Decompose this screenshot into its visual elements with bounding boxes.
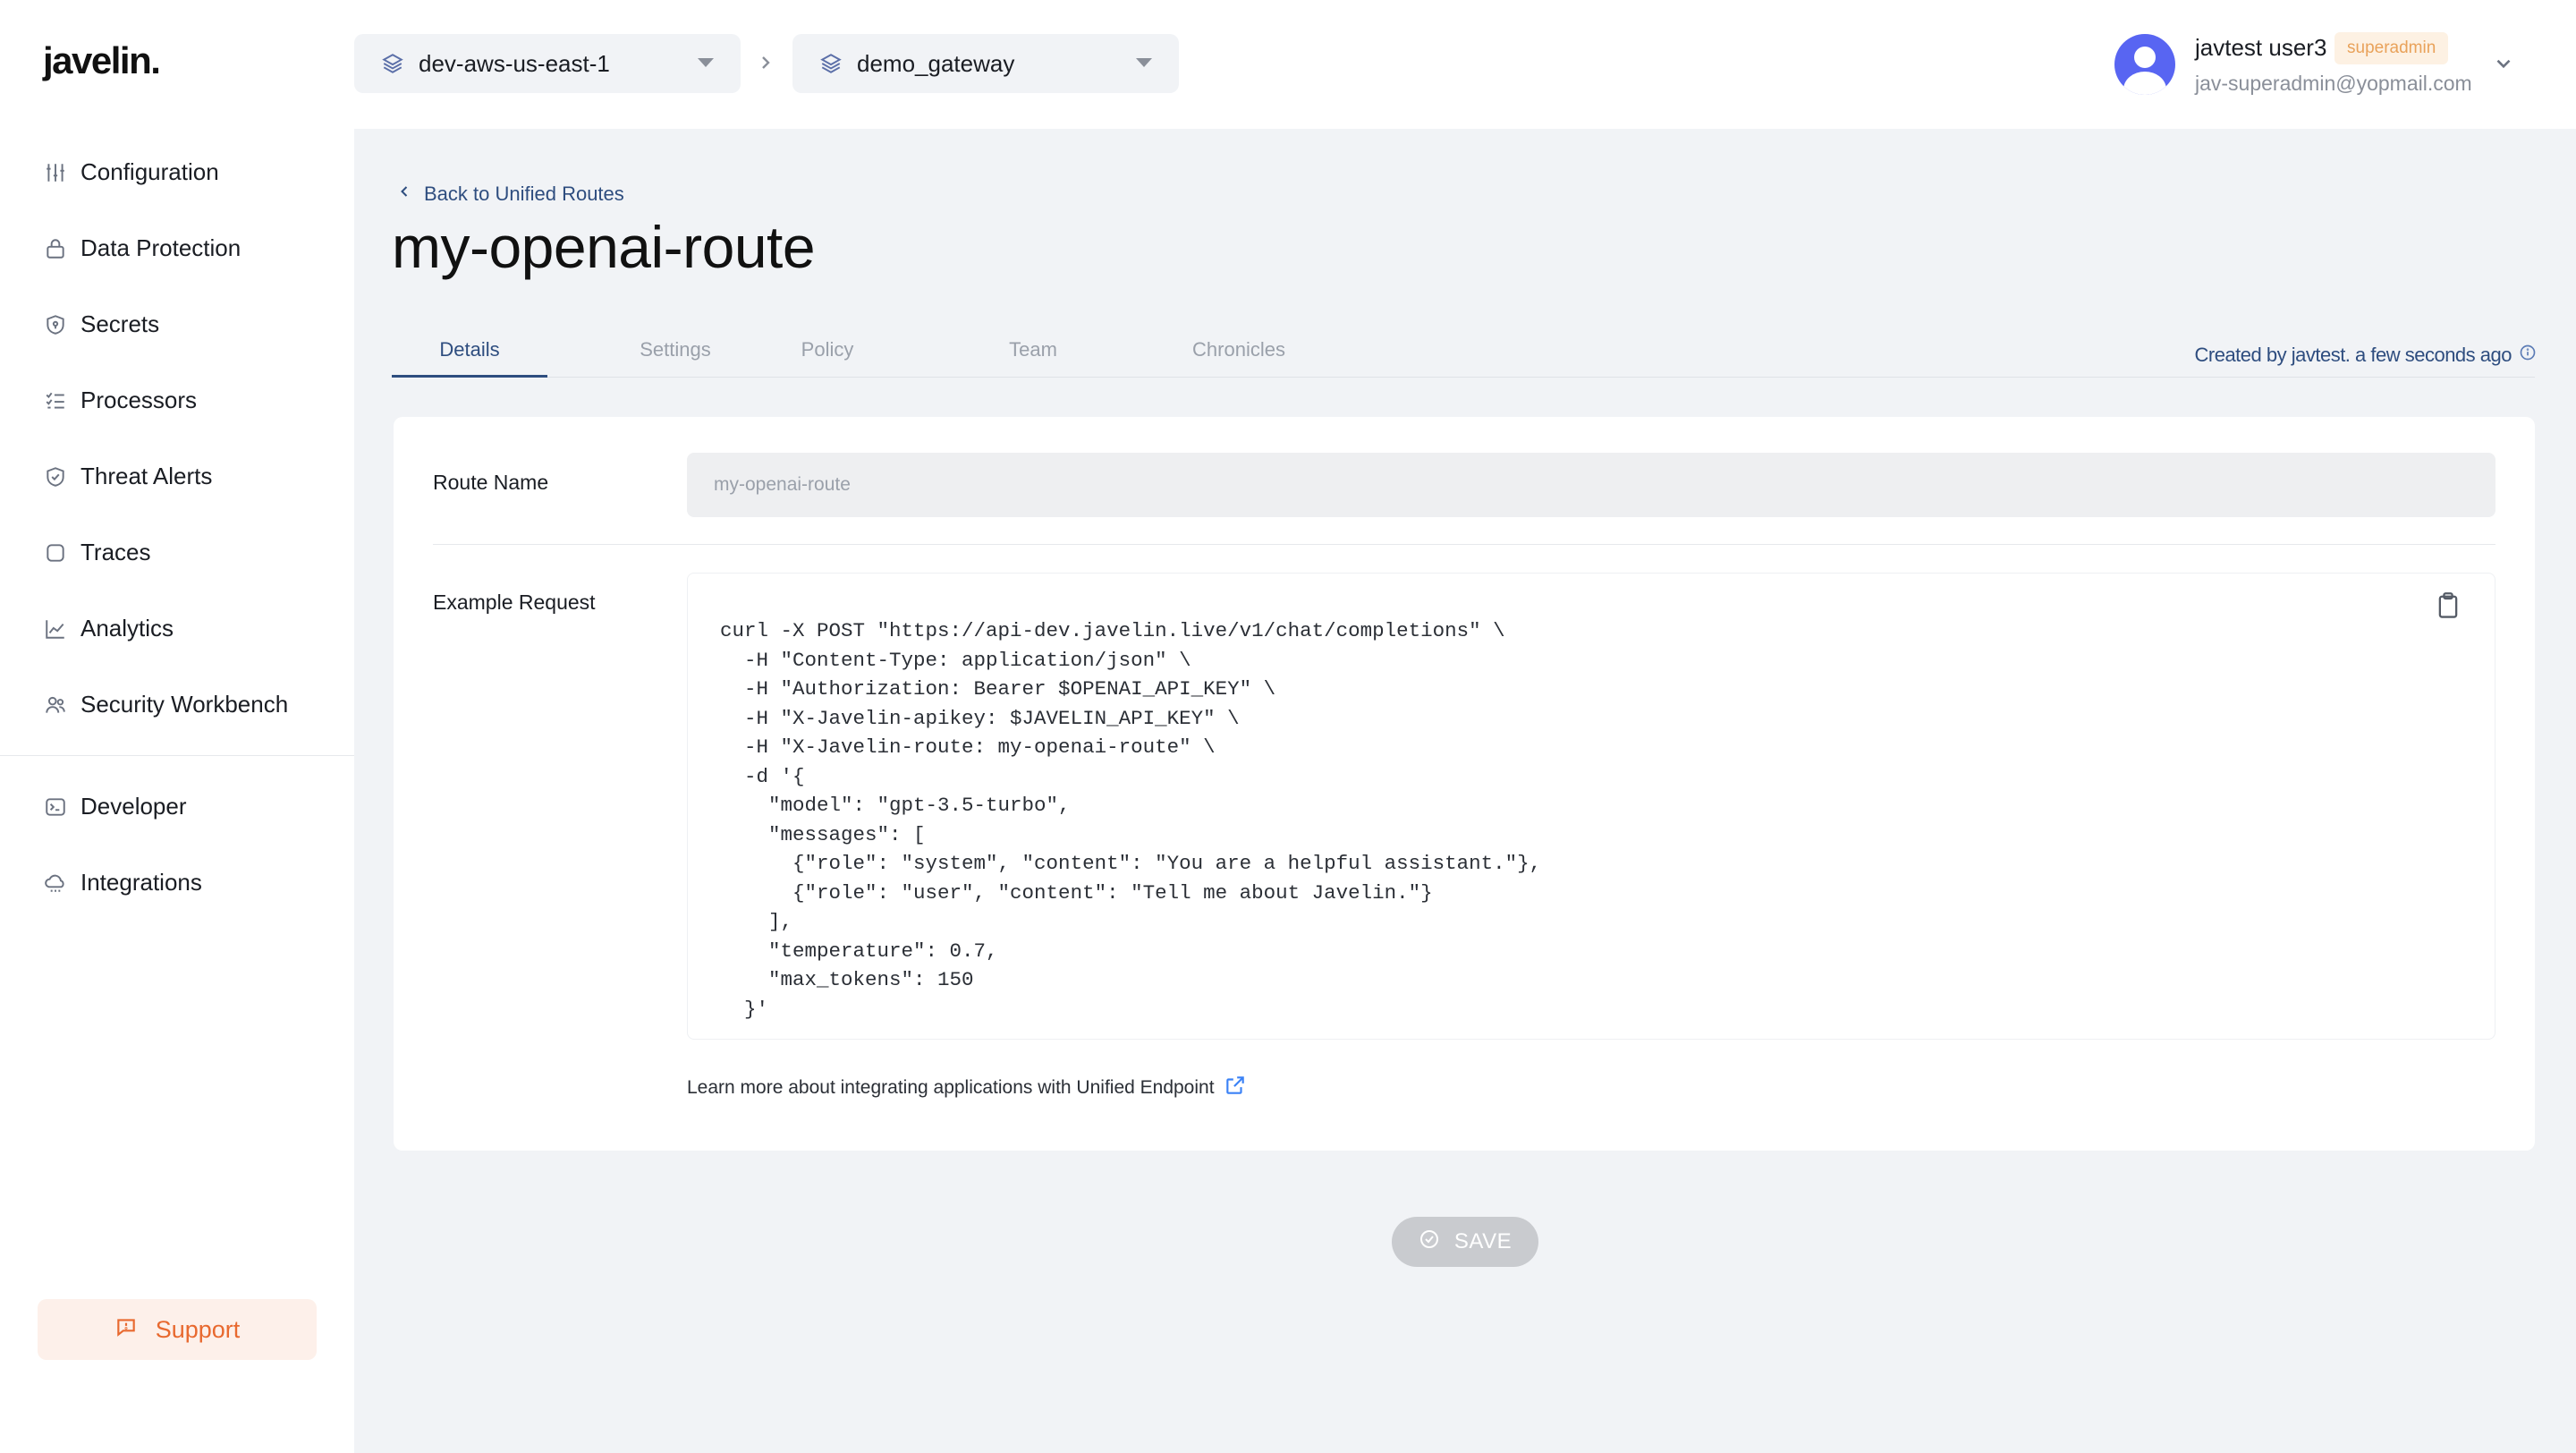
chevron-left-icon	[395, 183, 424, 206]
save-label: SAVE	[1453, 1229, 1513, 1253]
user-email: jav-superadmin@yopmail.com	[2195, 72, 2472, 95]
lock-icon	[43, 236, 68, 261]
sidebar-nav: Configuration Data Protection Secrets Pr…	[0, 134, 354, 921]
example-request-label: Example Request	[433, 591, 596, 614]
terminal-icon	[43, 794, 68, 820]
app-logo[interactable]: javelin.	[43, 39, 161, 82]
clipboard-icon[interactable]	[2436, 591, 2462, 622]
gateway-value: demo_gateway	[857, 49, 1015, 77]
users-icon	[43, 693, 68, 718]
environment-selector[interactable]: dev-aws-us-east-1	[354, 34, 741, 93]
cloud-icon	[43, 871, 68, 896]
sidebar-divider	[0, 755, 354, 756]
check-circle-icon	[1419, 1228, 1454, 1256]
sidebar-item-label: Security Workbench	[80, 691, 289, 718]
sidebar: javelin. Configuration Data Protection S…	[0, 0, 354, 1453]
caret-down-icon	[698, 58, 714, 67]
shield-key-icon	[43, 312, 68, 337]
tab-chronicles[interactable]: Chronicles	[1161, 329, 1317, 378]
sidebar-item-label: Integrations	[80, 869, 202, 896]
info-icon[interactable]	[2512, 344, 2537, 367]
sidebar-item-integrations[interactable]: Integrations	[0, 845, 354, 921]
sidebar-item-data-protection[interactable]: Data Protection	[0, 210, 354, 286]
tab-policy[interactable]: Policy	[750, 329, 905, 378]
sidebar-item-traces[interactable]: Traces	[0, 514, 354, 591]
list-check-icon	[43, 388, 68, 413]
avatar[interactable]	[2114, 34, 2175, 95]
gateway-selector[interactable]: demo_gateway	[792, 34, 1179, 93]
chevron-down-icon[interactable]	[2492, 52, 2515, 75]
sidebar-item-processors[interactable]: Processors	[0, 362, 354, 438]
user-name: javtest user3	[2195, 34, 2327, 61]
sidebar-item-developer[interactable]: Developer	[0, 769, 354, 845]
sidebar-item-label: Data Protection	[80, 234, 242, 261]
sidebar-item-label: Secrets	[80, 310, 160, 337]
sidebar-item-label: Threat Alerts	[80, 463, 213, 489]
created-note: Created by javtest. a few seconds ago	[2195, 344, 2538, 367]
route-name-input[interactable]	[687, 453, 2496, 517]
created-note-text: Created by javtest. a few seconds ago	[2194, 344, 2512, 366]
sidebar-item-threat-alerts[interactable]: Threat Alerts	[0, 438, 354, 514]
chevron-right-icon	[755, 50, 778, 77]
sidebar-item-analytics[interactable]: Analytics	[0, 591, 354, 667]
route-name-label: Route Name	[433, 471, 549, 494]
back-to-routes-link[interactable]: Back to Unified Routes	[395, 183, 624, 206]
square-icon	[43, 540, 68, 565]
caret-down-icon	[1136, 58, 1152, 67]
tab-settings[interactable]: Settings	[597, 329, 753, 378]
sidebar-item-secrets[interactable]: Secrets	[0, 286, 354, 362]
shield-check-icon	[43, 464, 68, 489]
details-card: Route Name Example Request curl -X POST …	[394, 417, 2535, 1151]
sidebar-item-label: Processors	[80, 387, 198, 413]
back-label: Back to Unified Routes	[424, 183, 624, 205]
example-request-code-block: curl -X POST "https://api-dev.javelin.li…	[687, 573, 2496, 1040]
tab-details[interactable]: Details	[392, 329, 547, 378]
example-request-code: curl -X POST "https://api-dev.javelin.li…	[720, 619, 1542, 1021]
divider	[433, 544, 2496, 545]
external-link-icon	[1215, 1074, 1247, 1102]
role-badge: superadmin	[2334, 32, 2449, 64]
learn-more-text: Learn more about integrating application…	[687, 1077, 1215, 1098]
support-chat-icon	[114, 1315, 156, 1345]
main-content: Back to Unified Routes my-openai-route D…	[354, 129, 2576, 1453]
page-title: my-openai-route	[392, 214, 816, 280]
support-label: Support	[155, 1315, 241, 1343]
learn-more-link[interactable]: Learn more about integrating application…	[687, 1074, 1247, 1102]
line-chart-icon	[43, 616, 68, 642]
sidebar-item-configuration[interactable]: Configuration	[0, 134, 354, 210]
layers-icon	[381, 52, 404, 75]
environment-value: dev-aws-us-east-1	[419, 49, 610, 77]
sidebar-item-label: Analytics	[80, 615, 174, 642]
layers-icon	[819, 52, 843, 75]
sidebar-item-label: Traces	[80, 539, 151, 565]
support-button[interactable]: Support	[38, 1299, 317, 1360]
avatar-body	[2123, 72, 2166, 95]
topbar: dev-aws-us-east-1 demo_gateway javtest u…	[354, 0, 2576, 129]
sidebar-item-security-workbench[interactable]: Security Workbench	[0, 667, 354, 743]
avatar-head	[2134, 47, 2156, 68]
save-button[interactable]: SAVE	[1392, 1217, 1538, 1267]
sidebar-item-label: Developer	[80, 793, 187, 820]
tab-team[interactable]: Team	[955, 329, 1111, 378]
sidebar-item-label: Configuration	[80, 158, 219, 185]
sliders-icon	[43, 160, 68, 185]
